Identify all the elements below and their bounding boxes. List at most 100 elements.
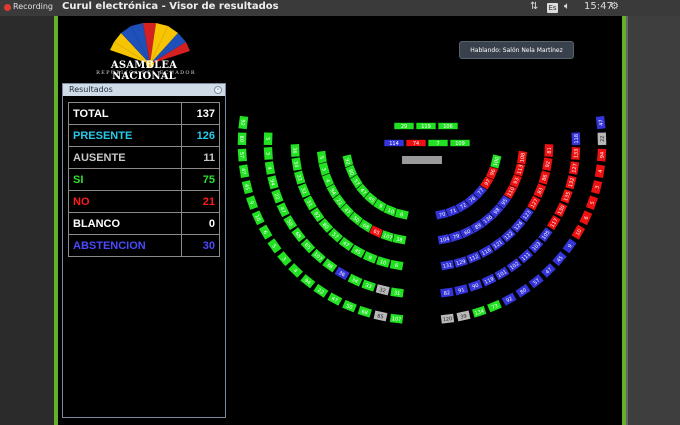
seat-right: 92	[541, 156, 554, 172]
seat-number: 38	[396, 237, 403, 244]
seat-number: 3	[264, 152, 270, 156]
seat-right: 120	[440, 313, 455, 325]
settings-gear-icon[interactable]: ⚙	[610, 1, 619, 12]
seat-left: 94	[299, 273, 317, 290]
seat-number: 129	[456, 259, 467, 267]
seat-right: 133	[570, 146, 581, 161]
seat-left: 36	[333, 265, 351, 281]
seat-left: 50	[341, 299, 358, 314]
seat-right: 10	[570, 223, 586, 241]
seat-left: 38	[321, 257, 339, 274]
seat-right: 82	[439, 286, 455, 299]
presidium-seat: 119	[415, 122, 437, 130]
seat-right: 73	[486, 299, 503, 314]
seat-number: 106	[443, 124, 453, 130]
seat-number: 22	[600, 135, 606, 142]
network-icon[interactable]: ⇅	[530, 1, 538, 12]
seat-number: 29	[401, 124, 407, 130]
seat-right: 108	[516, 150, 528, 165]
seat-left: 6	[258, 223, 274, 241]
seat-right: 111	[517, 248, 534, 265]
seat-left: 107	[310, 248, 327, 265]
seat-right: 100	[489, 153, 503, 170]
seat-right: 80	[514, 283, 532, 299]
seat-right: 90	[467, 278, 484, 293]
seat-number: 119	[421, 124, 431, 130]
seat-left: 47	[238, 163, 250, 179]
volume-icon[interactable]: 🔈︎	[564, 1, 570, 12]
seat-left: 10	[375, 255, 392, 269]
seat-left: 50	[282, 214, 298, 231]
seat-left: 32	[374, 283, 391, 297]
seat-right: 9	[561, 237, 578, 255]
seat-left: 33	[293, 169, 307, 186]
presidium-seat: 106	[437, 122, 459, 130]
seat-left: 65	[372, 309, 389, 323]
seat-right: 102	[505, 257, 523, 274]
seat-right: 83	[532, 182, 547, 199]
seat-left: 6	[389, 259, 405, 272]
seat-right: 101	[493, 265, 511, 281]
presidium-seat: 114	[383, 139, 405, 147]
seat-right: 3	[590, 179, 603, 195]
seat-right: 119	[480, 272, 498, 288]
seat-left: 5	[266, 237, 283, 255]
seat-left: 10	[250, 209, 266, 226]
seat-right: 131	[439, 259, 455, 272]
seat-number: 74	[413, 141, 419, 147]
seat-left: 80	[237, 131, 248, 146]
seat-number: 133	[573, 149, 580, 159]
clock[interactable]: 15:47	[584, 1, 613, 12]
seat-left: 9	[245, 194, 259, 211]
left-desktop-strip	[0, 16, 54, 425]
presidium-seat: 74	[405, 139, 427, 147]
seat-number: 5	[264, 137, 270, 140]
keyboard-layout-indicator[interactable]: Es	[547, 3, 558, 13]
seat-left: 68	[356, 305, 373, 319]
seat-right: 5	[585, 194, 599, 211]
presidium-seat: 29	[393, 122, 415, 130]
seat-right: 103	[527, 237, 545, 255]
seat-left: 92	[237, 115, 249, 130]
seat-number: 7	[436, 141, 439, 147]
seat-number: 120	[442, 316, 452, 323]
window-title: Curul electrónica - Visor de resultados	[62, 1, 279, 12]
seat-right: 6	[578, 209, 594, 226]
seat-left: 47	[275, 201, 291, 218]
seat-left: 34	[346, 272, 364, 288]
seat-left: 65	[299, 237, 317, 255]
chamber-seat-map: 29 119 106114 74 7 1099280574745910 6534942247…	[237, 115, 607, 325]
seat-right: 86	[537, 169, 551, 186]
seat-right: 81	[543, 143, 554, 158]
seat-number: 107	[391, 316, 401, 323]
seat-left: 36	[290, 143, 301, 158]
seat-right: 117	[546, 214, 562, 231]
seat-number: 92	[239, 119, 246, 126]
seat-left: 3	[263, 146, 274, 161]
seat-right: 92	[500, 291, 518, 307]
seat-number: 118	[574, 134, 580, 144]
seat-left: 45	[241, 179, 254, 195]
seat-number: 80	[238, 135, 244, 142]
seat-number: 36	[291, 147, 297, 154]
seat-number: 31	[393, 290, 400, 297]
seat-left: 22	[270, 188, 285, 205]
seat-left: 57	[237, 147, 248, 163]
top-panel: Recording Curul electrónica - Visor de r…	[0, 0, 680, 16]
seat-left: 94	[266, 174, 280, 191]
seat-number: 34	[292, 161, 299, 168]
presidium-seat: 7	[427, 139, 449, 147]
seat-number: 81	[547, 147, 553, 154]
seat-left: 34	[290, 156, 303, 172]
seat-right: 91	[453, 283, 470, 297]
record-icon	[4, 4, 11, 11]
seat-right: 4	[594, 163, 606, 179]
presidium-seat: 109	[449, 139, 471, 147]
right-desktop-strip	[626, 16, 680, 425]
seat-right: 130	[553, 201, 569, 218]
seat-number: 47	[598, 119, 605, 126]
seat-left: 68	[290, 226, 307, 244]
seat-number: 92	[545, 161, 552, 168]
recording-label: Recording	[13, 2, 54, 11]
seat-left: 4	[287, 262, 304, 279]
